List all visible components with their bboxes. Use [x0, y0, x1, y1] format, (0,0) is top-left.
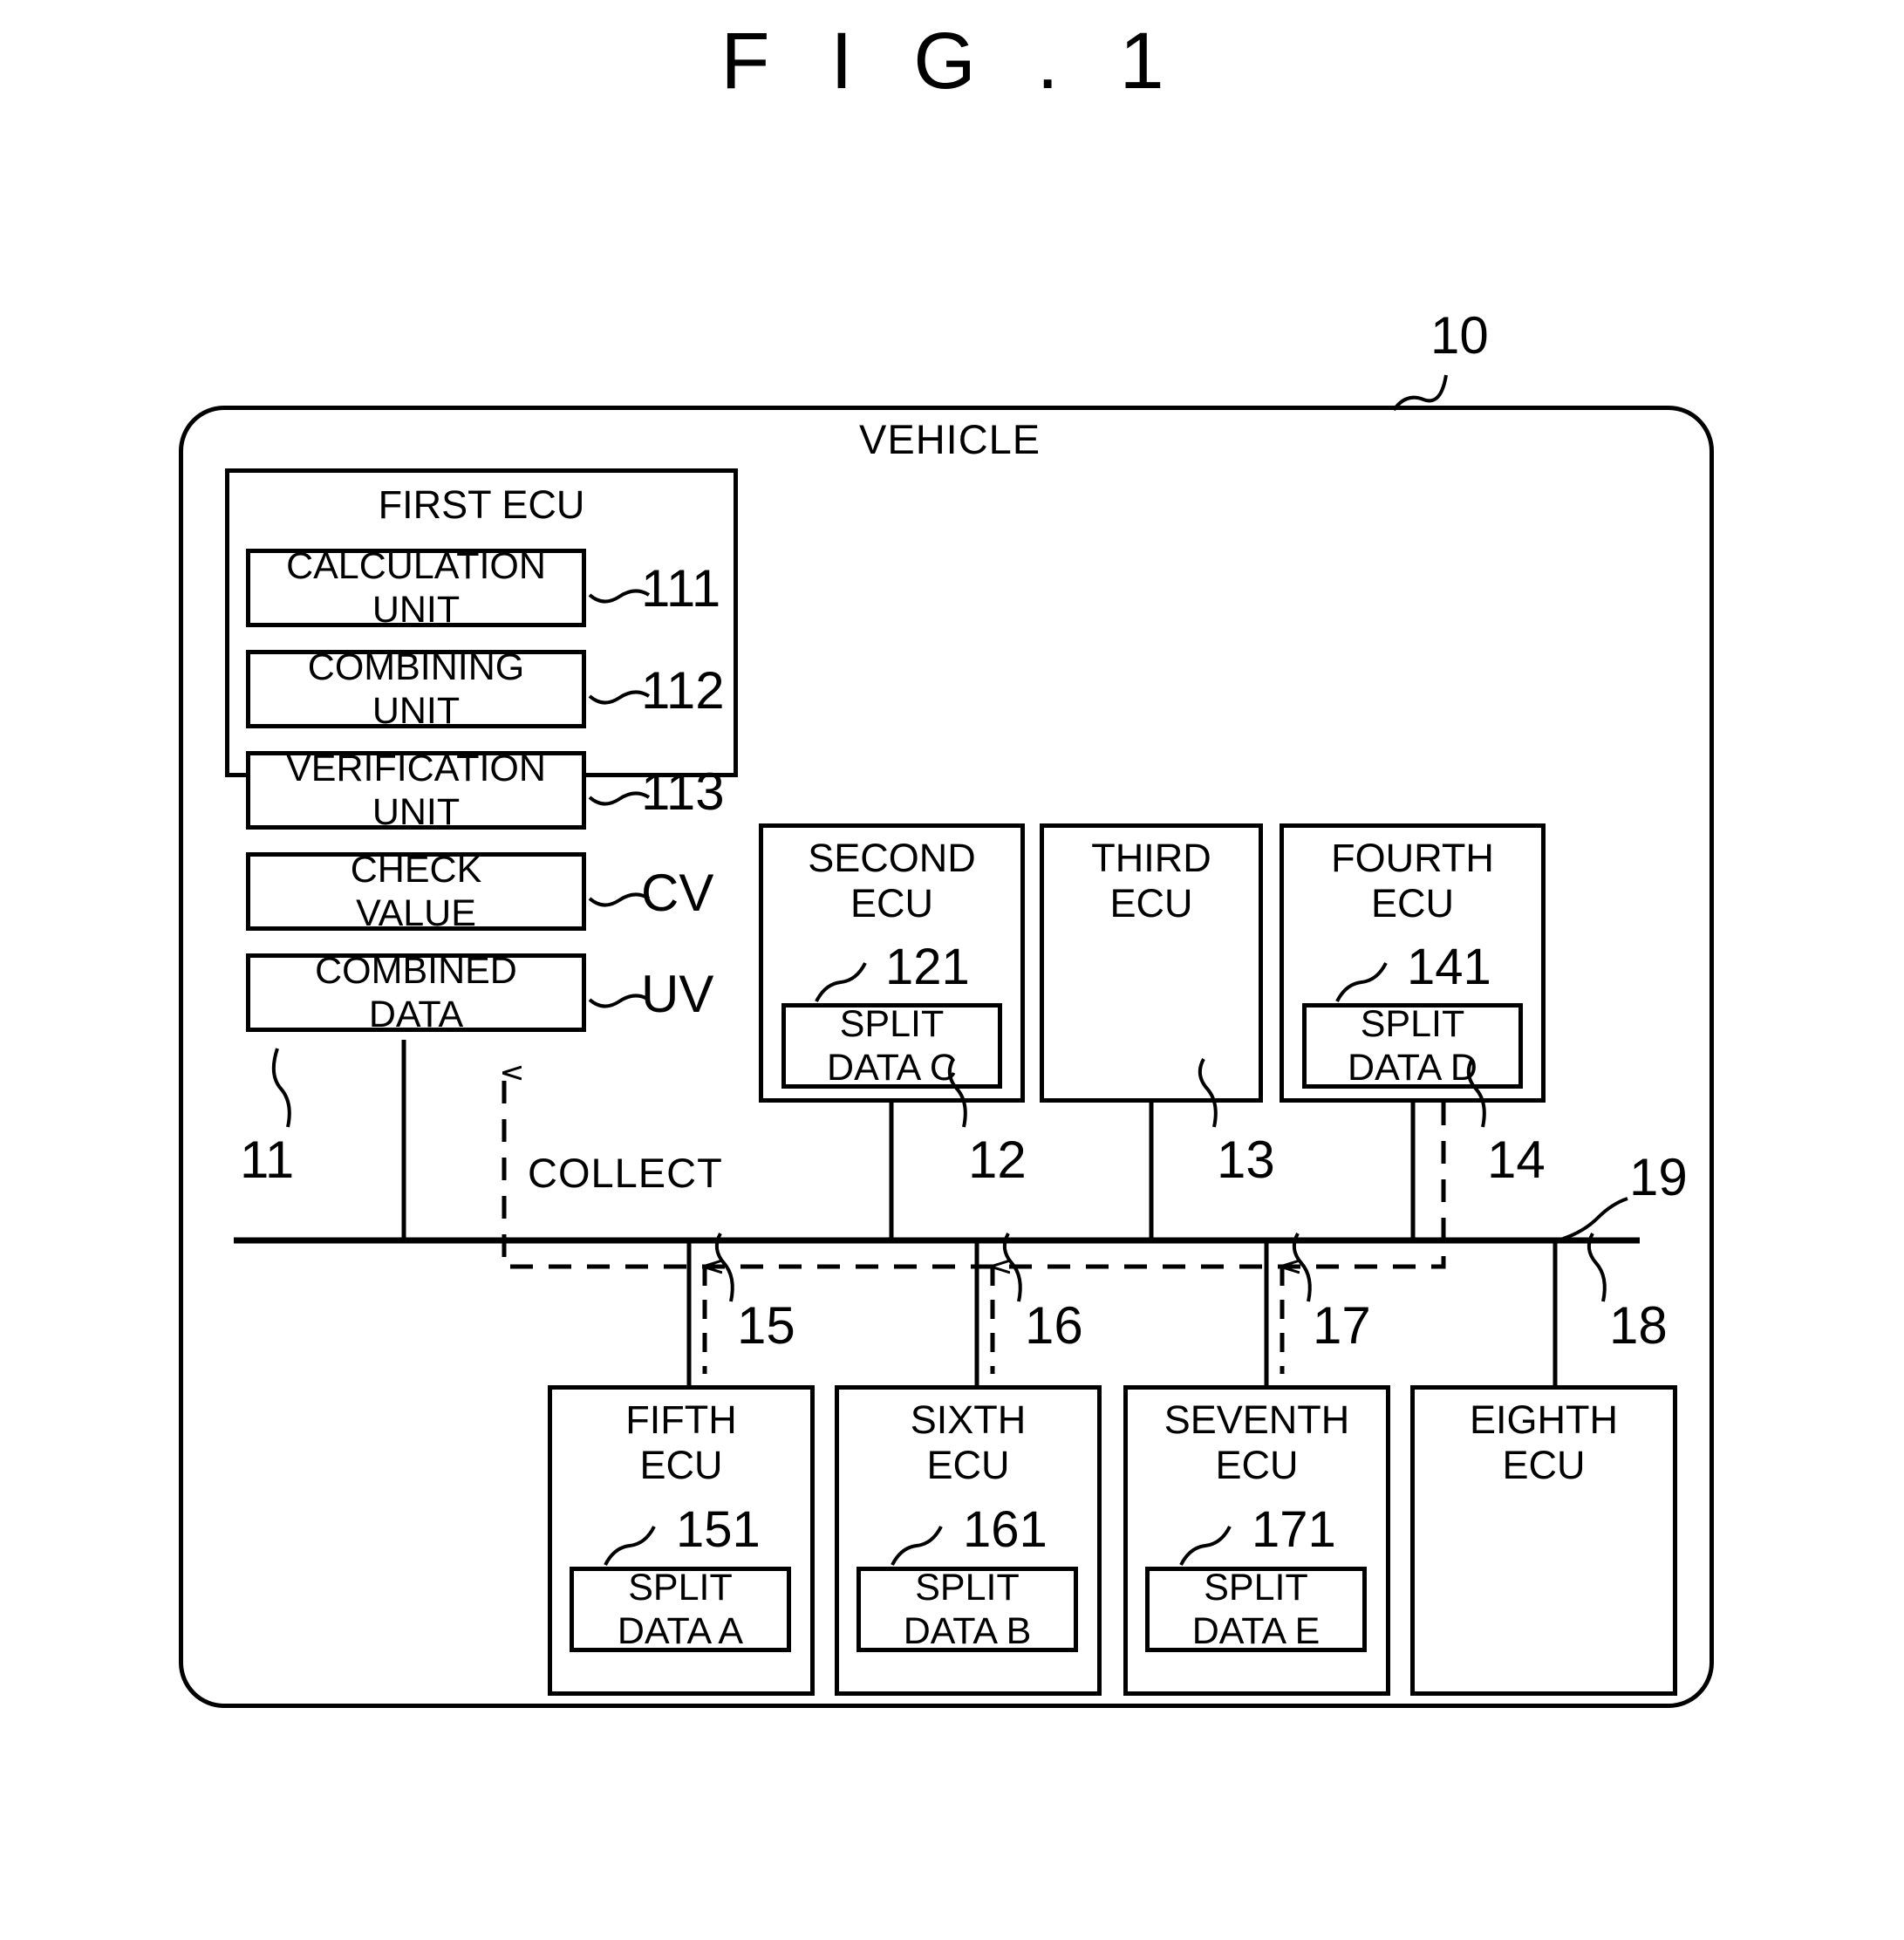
- check-value-label-line1: CHECK: [350, 849, 482, 891]
- ref-11: 11: [240, 1131, 295, 1189]
- split-data-b-box: SPLIT DATA B: [856, 1567, 1078, 1652]
- second-ecu-title-line2: ECU: [850, 881, 933, 926]
- ref-161: 161: [963, 1501, 1048, 1558]
- combined-data-label-line2: DATA: [368, 994, 464, 1035]
- fifth-ecu-title-line2: ECU: [639, 1443, 723, 1487]
- split-data-a-box: SPLIT DATA A: [570, 1567, 791, 1652]
- ref-17: 17: [1313, 1296, 1371, 1355]
- ref-171: 171: [1252, 1501, 1336, 1558]
- split-data-d-line1: SPLIT: [1360, 1003, 1465, 1045]
- calculation-unit-label-line1: CALCULATION: [286, 545, 546, 587]
- ref-112: 112: [641, 661, 725, 720]
- split-data-a-line1: SPLIT: [628, 1567, 733, 1609]
- split-data-d-box: SPLIT DATA D: [1302, 1003, 1523, 1089]
- verification-unit-label-line1: VERIFICATION: [286, 748, 546, 789]
- figure-title: F I G . 1: [720, 17, 1184, 106]
- ref-13: 13: [1217, 1131, 1275, 1189]
- third-ecu-title-line1: THIRD: [1091, 836, 1211, 880]
- split-data-c-line2: DATA C: [827, 1047, 957, 1089]
- fifth-ecu-title-line1: FIFTH: [625, 1397, 737, 1442]
- calculation-unit-label-line2: UNIT: [372, 589, 461, 631]
- split-data-e-line1: SPLIT: [1204, 1567, 1308, 1609]
- split-data-b-line2: DATA B: [903, 1610, 1032, 1652]
- ref-113: 113: [641, 762, 725, 821]
- sixth-ecu-title-line2: ECU: [926, 1443, 1010, 1487]
- ref-121: 121: [885, 939, 970, 995]
- eighth-ecu-title-line1: EIGHTH: [1469, 1397, 1618, 1442]
- ref-cv: CV: [641, 864, 714, 922]
- ref-16: 16: [1025, 1296, 1083, 1355]
- fourth-ecu-title-line2: ECU: [1370, 881, 1454, 926]
- combining-unit-label-line1: COMBINING: [307, 646, 525, 688]
- ref-14: 14: [1487, 1131, 1546, 1189]
- combining-unit-box: COMBINING UNIT: [246, 646, 586, 732]
- sixth-ecu-title-line1: SIXTH: [910, 1397, 1027, 1442]
- verification-unit-box: VERIFICATION UNIT: [246, 748, 586, 833]
- combined-data-label-line1: COMBINED: [315, 950, 517, 992]
- fourth-ecu-title-line1: FOURTH: [1331, 836, 1494, 880]
- split-data-e-line2: DATA E: [1191, 1610, 1321, 1652]
- seventh-ecu-title-line1: SEVENTH: [1164, 1397, 1350, 1442]
- second-ecu-title-line1: SECOND: [808, 836, 976, 880]
- combined-data-box: COMBINED DATA: [246, 950, 586, 1035]
- third-ecu-title-line2: ECU: [1109, 881, 1193, 926]
- split-data-d-line2: DATA D: [1348, 1047, 1477, 1089]
- collect-label: COLLECT: [528, 1150, 723, 1196]
- seventh-ecu-title-line2: ECU: [1215, 1443, 1299, 1487]
- calculation-unit-box: CALCULATION UNIT: [246, 545, 586, 631]
- ref-111: 111: [641, 559, 721, 618]
- ref-12: 12: [968, 1131, 1027, 1189]
- split-data-c-line1: SPLIT: [839, 1003, 945, 1045]
- eighth-ecu-title-line2: ECU: [1502, 1443, 1586, 1487]
- split-data-b-line1: SPLIT: [915, 1567, 1020, 1609]
- combining-unit-label-line2: UNIT: [372, 690, 461, 732]
- split-data-c-box: SPLIT DATA C: [781, 1003, 1002, 1089]
- split-data-a-line2: DATA A: [617, 1610, 744, 1652]
- verification-unit-label-line2: UNIT: [372, 791, 461, 833]
- check-value-box: CHECK VALUE: [246, 849, 586, 934]
- check-value-label-line2: VALUE: [356, 892, 476, 934]
- split-data-e-box: SPLIT DATA E: [1145, 1567, 1367, 1652]
- ref-141: 141: [1407, 939, 1491, 995]
- first-ecu-title: FIRST ECU: [378, 482, 585, 527]
- vehicle-label: VEHICLE: [859, 416, 1041, 462]
- leader-10: [1392, 374, 1448, 412]
- ref-18: 18: [1609, 1296, 1668, 1355]
- ref-15: 15: [737, 1296, 795, 1355]
- ref-vehicle: 10: [1430, 306, 1489, 365]
- ref-151: 151: [676, 1501, 761, 1558]
- ref-uv: UV: [641, 965, 714, 1023]
- ref-19: 19: [1629, 1148, 1688, 1206]
